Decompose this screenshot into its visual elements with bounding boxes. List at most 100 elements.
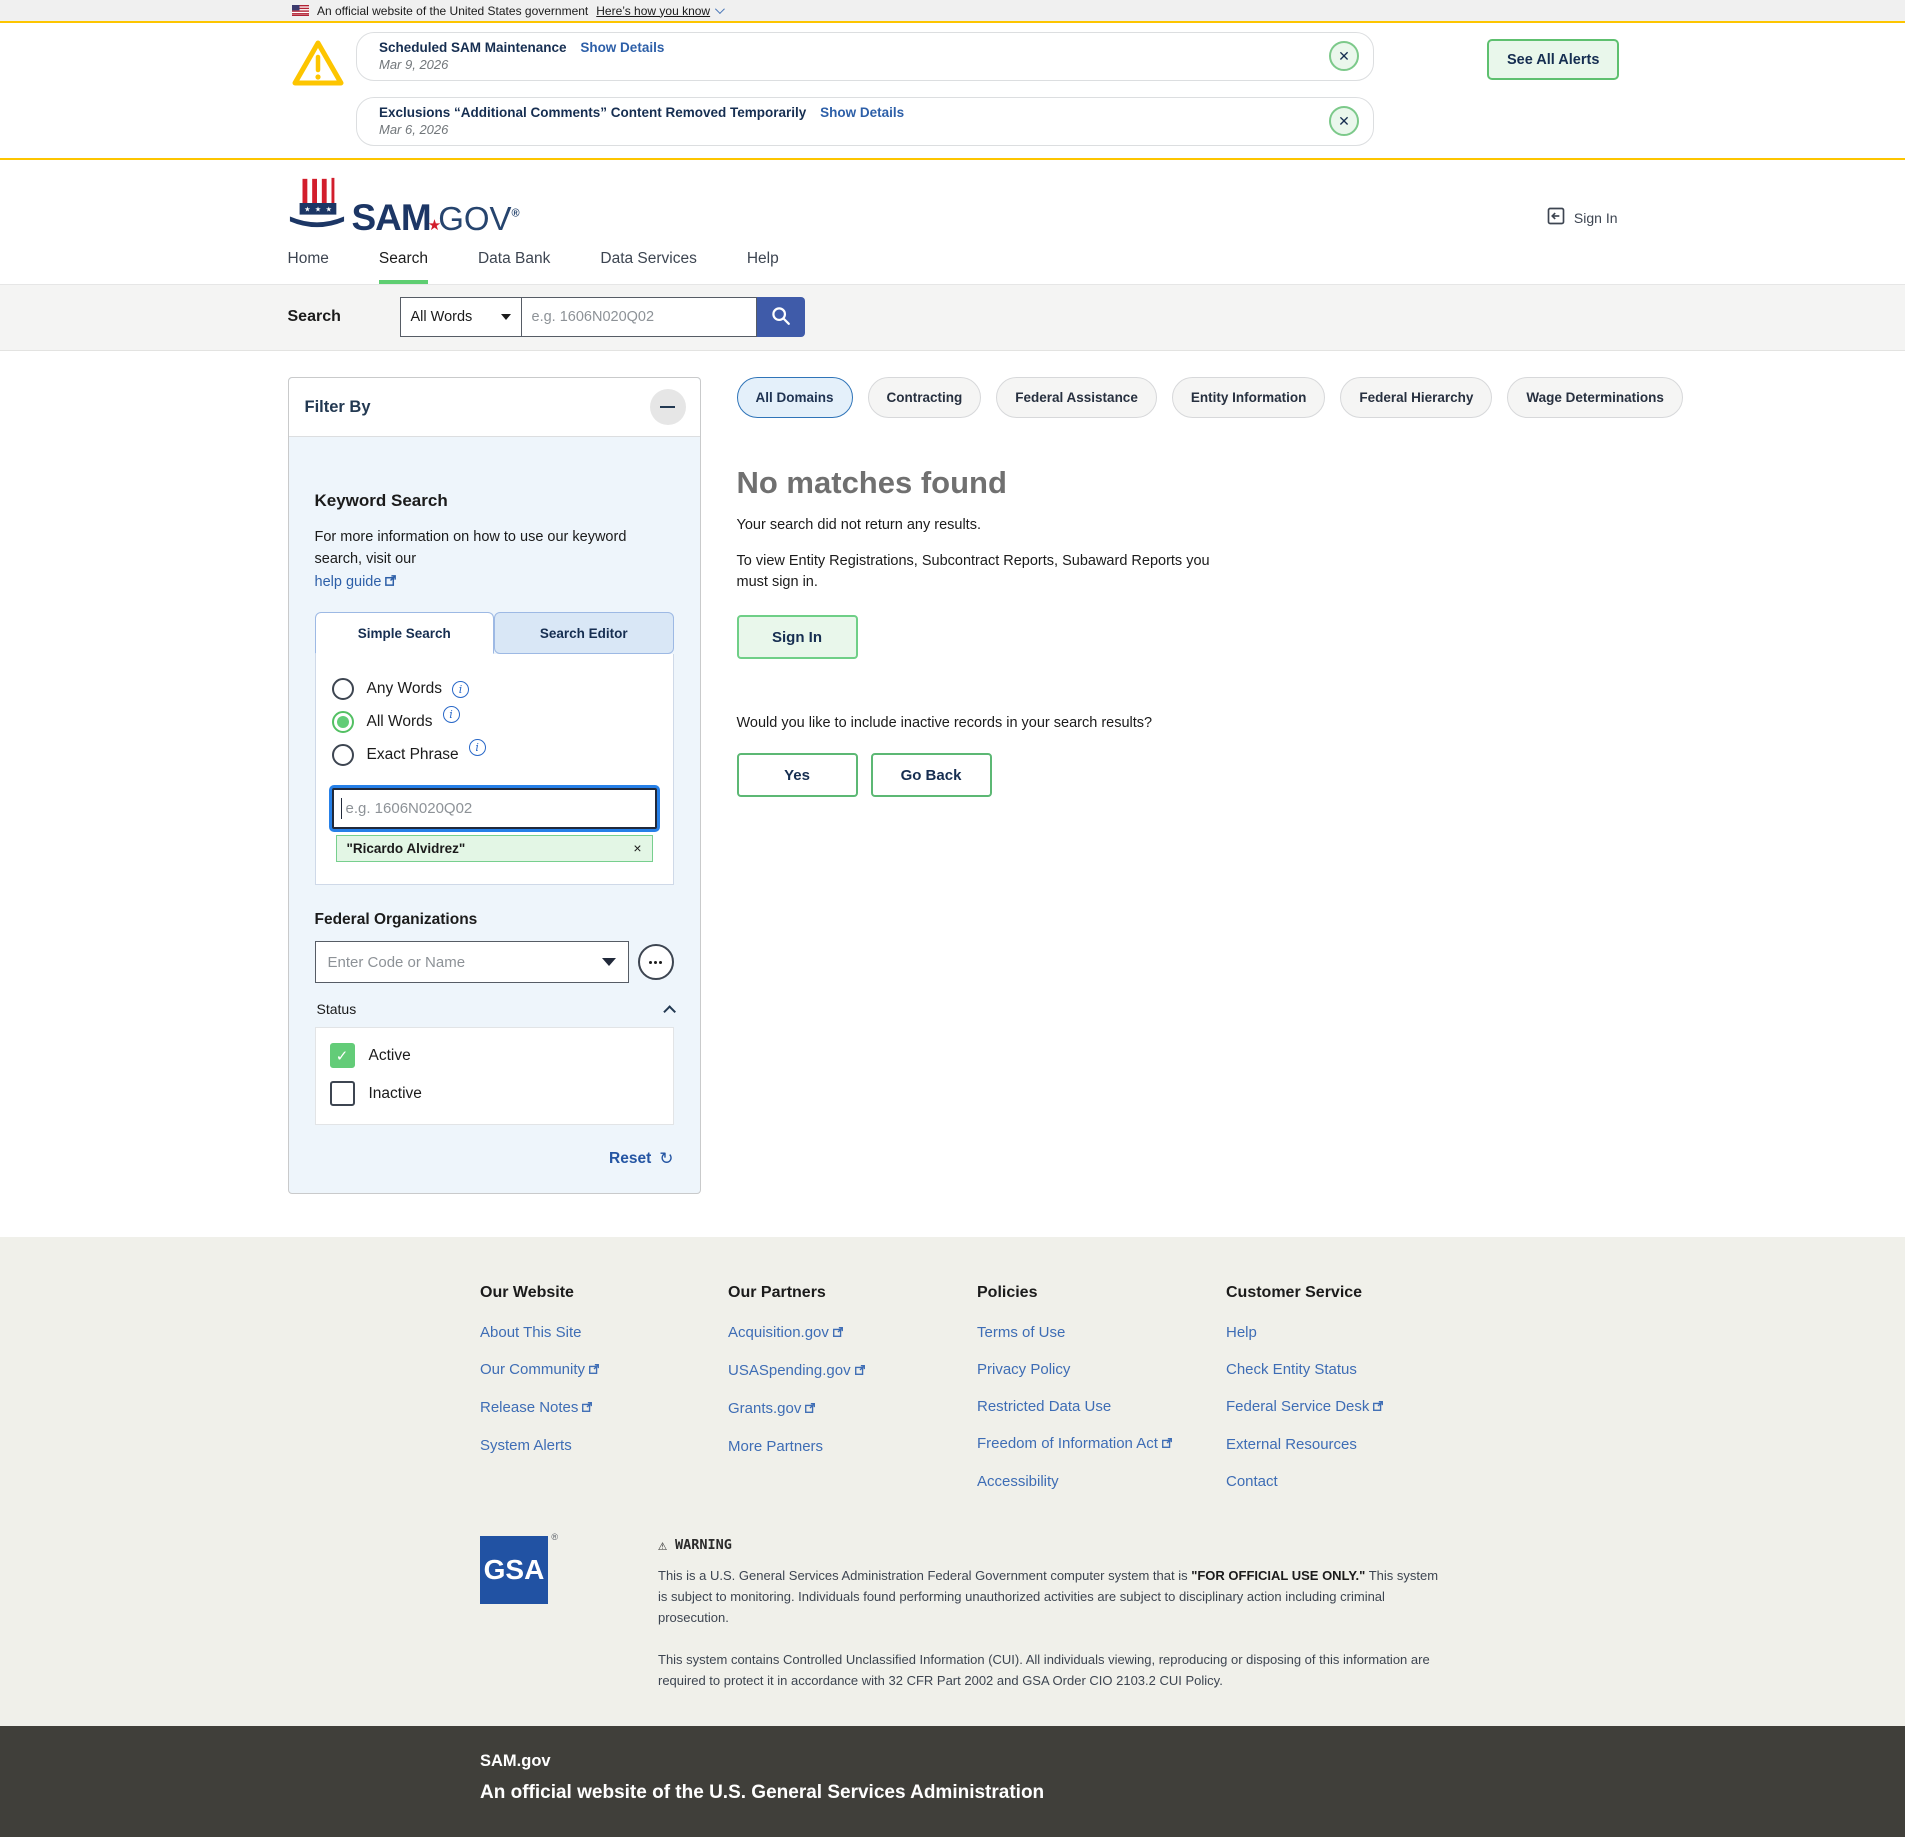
checkbox-checked-icon[interactable]: ✓: [330, 1043, 355, 1068]
federal-org-combobox[interactable]: Enter Code or Name: [315, 941, 629, 983]
nav-item-home[interactable]: Home: [288, 250, 329, 284]
chevron-down-icon: [715, 4, 725, 14]
footer-link-restricted-data-use[interactable]: Restricted Data Use: [977, 1398, 1226, 1415]
footer-link-external-resources[interactable]: External Resources: [1226, 1436, 1384, 1453]
keyword-search-input[interactable]: [332, 788, 657, 829]
how-you-know-link[interactable]: Here’s how you know: [596, 4, 722, 18]
simple-search-panel: Any Words i All Words i Exact Phrase i: [315, 654, 674, 885]
header-sign-in-link[interactable]: Sign In: [1546, 206, 1618, 229]
nav-item-data-bank[interactable]: Data Bank: [478, 250, 550, 284]
nav-item-data-services[interactable]: Data Services: [600, 250, 696, 284]
info-icon[interactable]: i: [443, 706, 460, 723]
info-icon[interactable]: i: [469, 739, 486, 756]
alert-item: Exclusions “Additional Comments” Content…: [356, 97, 1374, 146]
footer-link-release-notes[interactable]: Release Notes: [480, 1399, 728, 1417]
footer-link-system-alerts[interactable]: System Alerts: [480, 1437, 728, 1454]
search-submit-button[interactable]: [757, 297, 805, 337]
go-back-button[interactable]: Go Back: [871, 753, 992, 797]
chip-remove-icon[interactable]: ×: [633, 840, 641, 856]
chevron-up-icon[interactable]: [663, 1005, 676, 1018]
pill-federal-hierarchy[interactable]: Federal Hierarchy: [1340, 377, 1492, 418]
bottom-site-name: SAM.gov: [480, 1752, 1905, 1771]
search-mode-select[interactable]: All Words: [400, 297, 522, 337]
alert-item: Scheduled SAM Maintenance Show Details M…: [356, 32, 1374, 81]
radio-exact-phrase[interactable]: Exact Phrase i: [332, 744, 657, 766]
radio-icon[interactable]: [332, 678, 354, 700]
federal-organizations-heading: Federal Organizations: [315, 911, 674, 929]
pill-entity-information[interactable]: Entity Information: [1172, 377, 1326, 418]
caret-down-icon: [501, 314, 511, 320]
pill-contracting[interactable]: Contracting: [868, 377, 982, 418]
footer-link-check-entity-status[interactable]: Check Entity Status: [1226, 1361, 1384, 1378]
footer-link-usaspending-gov[interactable]: USASpending.gov: [728, 1362, 977, 1380]
pill-wage-determinations[interactable]: Wage Determinations: [1507, 377, 1683, 418]
text-cursor: [341, 798, 343, 819]
keyword-search-heading: Keyword Search: [315, 491, 674, 511]
yes-button[interactable]: Yes: [737, 753, 858, 797]
global-search-input[interactable]: [522, 297, 757, 337]
checkbox-active[interactable]: ✓ Active: [330, 1043, 659, 1068]
footer-link-grants-gov[interactable]: Grants.gov: [728, 1400, 977, 1418]
collapse-filters-button[interactable]: [650, 389, 686, 425]
pill-all-domains[interactable]: All Domains: [737, 377, 853, 418]
svg-text:★: ★: [314, 206, 320, 214]
checkbox-inactive[interactable]: Inactive: [330, 1081, 659, 1106]
nav-item-help[interactable]: Help: [747, 250, 779, 284]
footer-link-privacy-policy[interactable]: Privacy Policy: [977, 1361, 1226, 1378]
caret-down-icon[interactable]: [602, 958, 616, 966]
logo-sam-text: SAM★GOV®: [352, 199, 519, 236]
nav-item-search[interactable]: Search: [379, 250, 428, 284]
footer-link-about-this-site[interactable]: About This Site: [480, 1324, 728, 1341]
more-options-button[interactable]: [638, 944, 674, 980]
sign-in-icon: [1546, 206, 1566, 229]
external-link-icon: [588, 1362, 600, 1379]
alert-list: Scheduled SAM Maintenance Show Details M…: [356, 32, 1374, 146]
footer-link-terms-of-use[interactable]: Terms of Use: [977, 1324, 1226, 1341]
external-link-icon: [832, 1325, 844, 1342]
footer-link-more-partners[interactable]: More Partners: [728, 1438, 977, 1455]
external-link-icon: [804, 1401, 816, 1418]
close-icon[interactable]: ✕: [1329, 41, 1359, 71]
see-all-alerts-button[interactable]: See All Alerts: [1487, 39, 1619, 80]
radio-all-words[interactable]: All Words i: [332, 711, 657, 733]
main-nav: Home Search Data Bank Data Services Help: [288, 250, 1618, 284]
footer-link-acquisition-gov[interactable]: Acquisition.gov: [728, 1324, 977, 1342]
keyword-info-text: For more information on how to use our k…: [315, 526, 674, 594]
close-icon[interactable]: ✕: [1329, 106, 1359, 136]
filter-panel: Filter By Keyword Search For more inform…: [288, 377, 701, 1194]
svg-text:★: ★: [325, 206, 331, 214]
alert-show-details-link[interactable]: Show Details: [820, 105, 904, 120]
footer-heading-policies: Policies: [977, 1284, 1226, 1302]
help-guide-link[interactable]: help guide: [315, 574, 382, 590]
footer-link-help[interactable]: Help: [1226, 1324, 1384, 1341]
status-options: ✓ Active Inactive: [315, 1027, 674, 1125]
footer-link-foia[interactable]: Freedom of Information Act: [977, 1435, 1226, 1453]
footer-link-contact[interactable]: Contact: [1226, 1473, 1384, 1490]
radio-icon[interactable]: [332, 744, 354, 766]
footer-link-our-community[interactable]: Our Community: [480, 1361, 728, 1379]
sam-gov-logo[interactable]: ★ ★ ★ SAM★GOV®: [288, 174, 1618, 236]
site-header: ★ ★ ★ SAM★GOV® Sign In Home Search Data Ba…: [0, 160, 1905, 285]
gsa-logo: GSA ®: [480, 1536, 550, 1692]
uncle-sam-hat-icon: ★ ★ ★: [288, 175, 346, 236]
main-content: Filter By Keyword Search For more inform…: [0, 351, 1905, 1237]
warning-block: ⚠ WARNING This is a U.S. General Service…: [658, 1536, 1448, 1692]
reset-filters-link[interactable]: Reset: [609, 1150, 651, 1168]
alerts-section: Scheduled SAM Maintenance Show Details M…: [0, 23, 1905, 158]
radio-any-words[interactable]: Any Words i: [332, 678, 657, 700]
alert-title: Scheduled SAM Maintenance: [379, 40, 567, 55]
external-link-icon: [854, 1363, 866, 1380]
radio-checked-icon[interactable]: [332, 711, 354, 733]
tab-simple-search[interactable]: Simple Search: [315, 612, 495, 654]
sign-in-button[interactable]: Sign In: [737, 615, 858, 659]
tab-search-editor[interactable]: Search Editor: [494, 612, 674, 654]
footer-link-accessibility[interactable]: Accessibility: [977, 1473, 1226, 1490]
checkbox-icon[interactable]: [330, 1081, 355, 1106]
svg-text:★: ★: [304, 206, 310, 214]
pill-federal-assistance[interactable]: Federal Assistance: [996, 377, 1157, 418]
alert-show-details-link[interactable]: Show Details: [580, 40, 664, 55]
info-icon[interactable]: i: [452, 681, 469, 698]
footer-link-federal-service-desk[interactable]: Federal Service Desk: [1226, 1398, 1384, 1416]
reset-icon[interactable]: ↻: [659, 1149, 673, 1169]
footer-heading-customer-service: Customer Service: [1226, 1284, 1384, 1302]
